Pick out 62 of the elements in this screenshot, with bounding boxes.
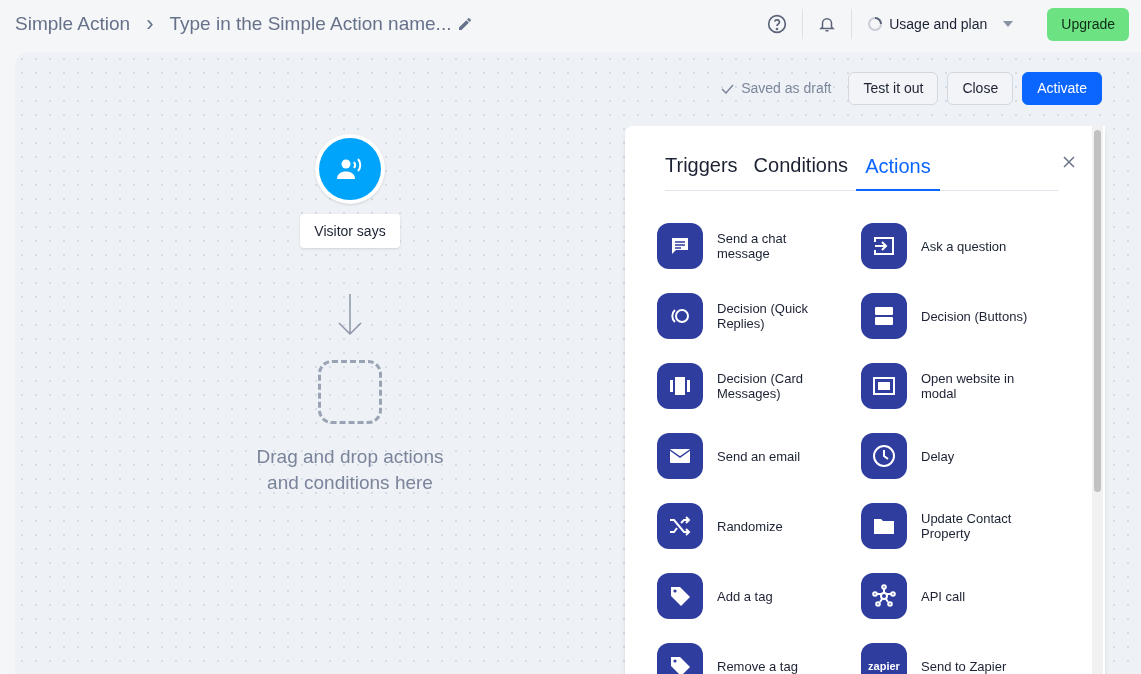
action-label: Update Contact Property xyxy=(921,511,1013,541)
action-label: Add a tag xyxy=(717,588,774,604)
action-label: Decision (Quick Replies) xyxy=(717,301,810,331)
action-label: Remove a tag xyxy=(717,658,799,674)
upgrade-button[interactable]: Upgrade xyxy=(1047,7,1129,41)
action-label: Randomize xyxy=(717,518,784,534)
progress-ring-icon xyxy=(867,16,884,32)
action-label: Ask a question xyxy=(921,238,1008,254)
scrollbar[interactable] xyxy=(1092,126,1103,674)
close-icon[interactable] xyxy=(1063,156,1075,168)
action-item[interactable]: zapier Send to Zapier xyxy=(861,643,1031,674)
action-label: Decision (Card Messages) xyxy=(717,371,804,401)
panel-tab[interactable]: Triggers xyxy=(665,150,746,190)
toolbar-button[interactable]: Test it out xyxy=(848,72,939,105)
action-label: Send to Zapier xyxy=(921,658,1008,674)
caret-icon xyxy=(1003,21,1014,27)
action-label: Decision (Buttons) xyxy=(921,308,1029,324)
action-item[interactable]: Remove a tag xyxy=(657,643,827,674)
clock-icon xyxy=(872,444,896,468)
action-item[interactable]: Randomize xyxy=(657,503,827,549)
shuffle-icon xyxy=(668,514,692,538)
action-item[interactable]: Delay xyxy=(861,433,1031,479)
check-icon xyxy=(721,83,735,94)
action-item[interactable]: Send an email xyxy=(657,433,827,479)
action-item[interactable]: Decision (Card Messages) xyxy=(657,363,827,409)
action-item[interactable]: Decision (Buttons) xyxy=(861,293,1031,339)
trigger-node[interactable] xyxy=(315,134,385,204)
window-icon xyxy=(872,374,896,398)
breadcrumb-separator: › xyxy=(146,13,154,35)
panel-tab[interactable]: Actions xyxy=(856,151,940,191)
action-item[interactable]: Add a tag xyxy=(657,573,827,619)
action-label: Delay xyxy=(921,448,956,464)
tag-icon xyxy=(668,584,692,608)
toolbar-button[interactable]: Close xyxy=(947,72,1014,105)
speaking-person-icon xyxy=(337,158,363,180)
action-item[interactable]: Ask a question xyxy=(861,223,1031,269)
activate-button[interactable]: Activate xyxy=(1022,72,1102,105)
panel-tab[interactable]: Conditions xyxy=(745,150,857,190)
usage-plan-dropdown[interactable]: Usage and plan xyxy=(867,13,1014,35)
action-label: API call xyxy=(921,588,967,604)
down-arrow-icon xyxy=(337,294,363,336)
pencil-icon[interactable] xyxy=(457,16,474,32)
action-item[interactable]: Send a chat message xyxy=(657,223,827,269)
name-field[interactable]: Type in the Simple Action name... xyxy=(169,9,452,39)
zapier-logo: zapier xyxy=(861,643,907,674)
tag-icon xyxy=(668,654,692,674)
action-item[interactable]: Update Contact Property xyxy=(861,503,1031,549)
action-label: Send an email xyxy=(717,448,802,464)
breadcrumb-link[interactable]: Simple Action xyxy=(15,9,131,39)
trigger-label: Visitor says xyxy=(300,214,400,248)
drop-hint: Drag and drop actions and conditions here xyxy=(255,445,445,495)
action-label: Open website in modal xyxy=(921,371,1016,401)
action-item[interactable]: API call xyxy=(861,573,1031,619)
arrow-into-box-icon xyxy=(872,234,896,258)
network-icon xyxy=(872,584,896,608)
action-item[interactable]: Decision (Quick Replies) xyxy=(657,293,827,339)
two-bars-icon xyxy=(872,304,896,328)
cards-icon xyxy=(668,374,692,398)
action-label: Send a chat message xyxy=(717,231,788,261)
action-item[interactable]: Open website in modal xyxy=(861,363,1031,409)
save-status: Saved as draft xyxy=(741,79,832,98)
help-icon[interactable] xyxy=(767,14,788,34)
